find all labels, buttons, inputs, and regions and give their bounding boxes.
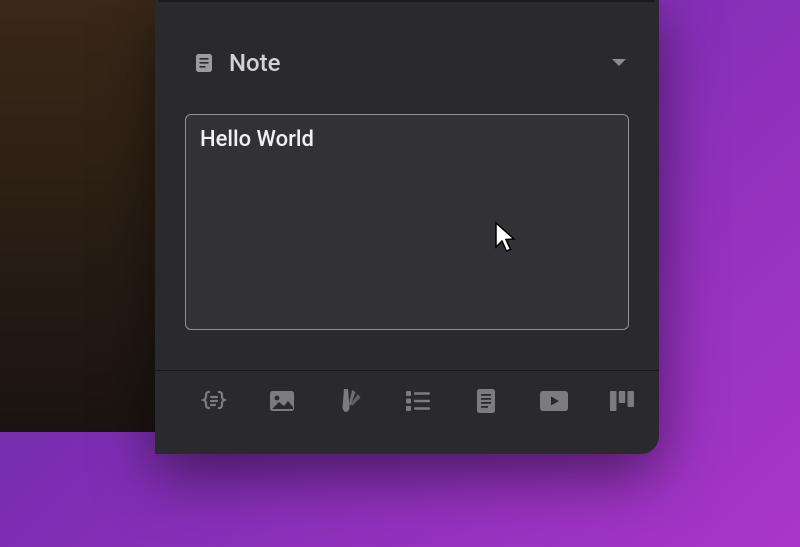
note-input[interactable] [185, 114, 629, 330]
collapse-icon[interactable] [609, 53, 629, 73]
note-section-label: Note [229, 49, 609, 77]
note-icon [191, 50, 217, 76]
sidebar-panel: Note [155, 0, 659, 454]
note-section-header[interactable]: Note [155, 40, 659, 82]
list-icon[interactable] [403, 386, 433, 416]
json-icon[interactable] [199, 386, 229, 416]
video-icon[interactable] [539, 386, 569, 416]
color-picker-icon[interactable] [335, 386, 365, 416]
section-divider-top [159, 0, 655, 2]
image-icon[interactable] [267, 386, 297, 416]
kanban-icon[interactable] [607, 386, 637, 416]
bottom-toolbar [155, 371, 659, 431]
document-icon[interactable] [471, 386, 501, 416]
desktop-background-fragment [0, 0, 155, 432]
